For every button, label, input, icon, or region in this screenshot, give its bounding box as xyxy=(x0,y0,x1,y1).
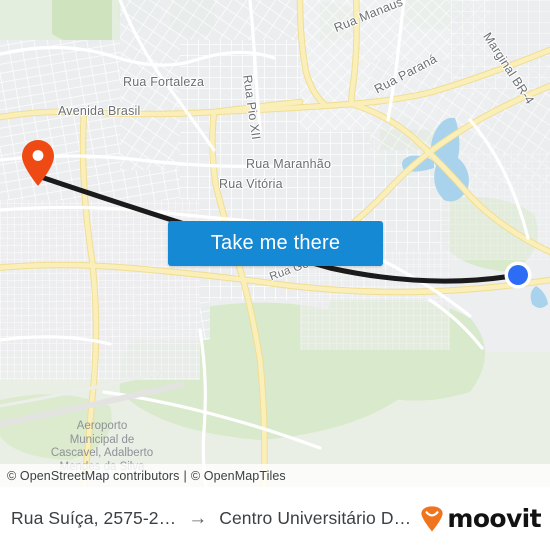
route-origin-label: Rua Suíça, 2575-2… xyxy=(11,508,177,528)
destination-marker-dot[interactable] xyxy=(503,260,533,290)
moovit-wordmark: moovit xyxy=(447,504,541,533)
route-destination-label: Centro Universitário De Casc… xyxy=(219,508,414,528)
route-arrow-icon: → xyxy=(188,508,208,529)
take-me-there-button[interactable]: Take me there xyxy=(168,221,383,266)
moovit-pin-icon xyxy=(421,505,443,531)
map-pin-icon xyxy=(22,140,54,186)
attribution-separator: | xyxy=(183,468,187,483)
osm-attribution-link[interactable]: © OpenStreetMap contributors xyxy=(7,469,180,483)
origin-marker-pin[interactable] xyxy=(19,139,57,187)
route-footer: Rua Suíça, 2575-2… → Centro Universitári… xyxy=(0,487,550,550)
map-attribution: © OpenStreetMap contributors | © OpenMap… xyxy=(0,464,550,487)
moovit-route-screenshot: Rua Manaus Rua Fortaleza Rua Paraná Marg… xyxy=(0,0,550,550)
moovit-logo[interactable]: moovit xyxy=(420,504,542,533)
location-dot-icon xyxy=(504,261,532,289)
openmaptiles-attribution-link[interactable]: © OpenMapTiles xyxy=(191,469,286,483)
route-summary: Rua Suíça, 2575-2… → Centro Universitári… xyxy=(11,508,414,529)
map-canvas[interactable]: Rua Manaus Rua Fortaleza Rua Paraná Marg… xyxy=(0,0,550,487)
